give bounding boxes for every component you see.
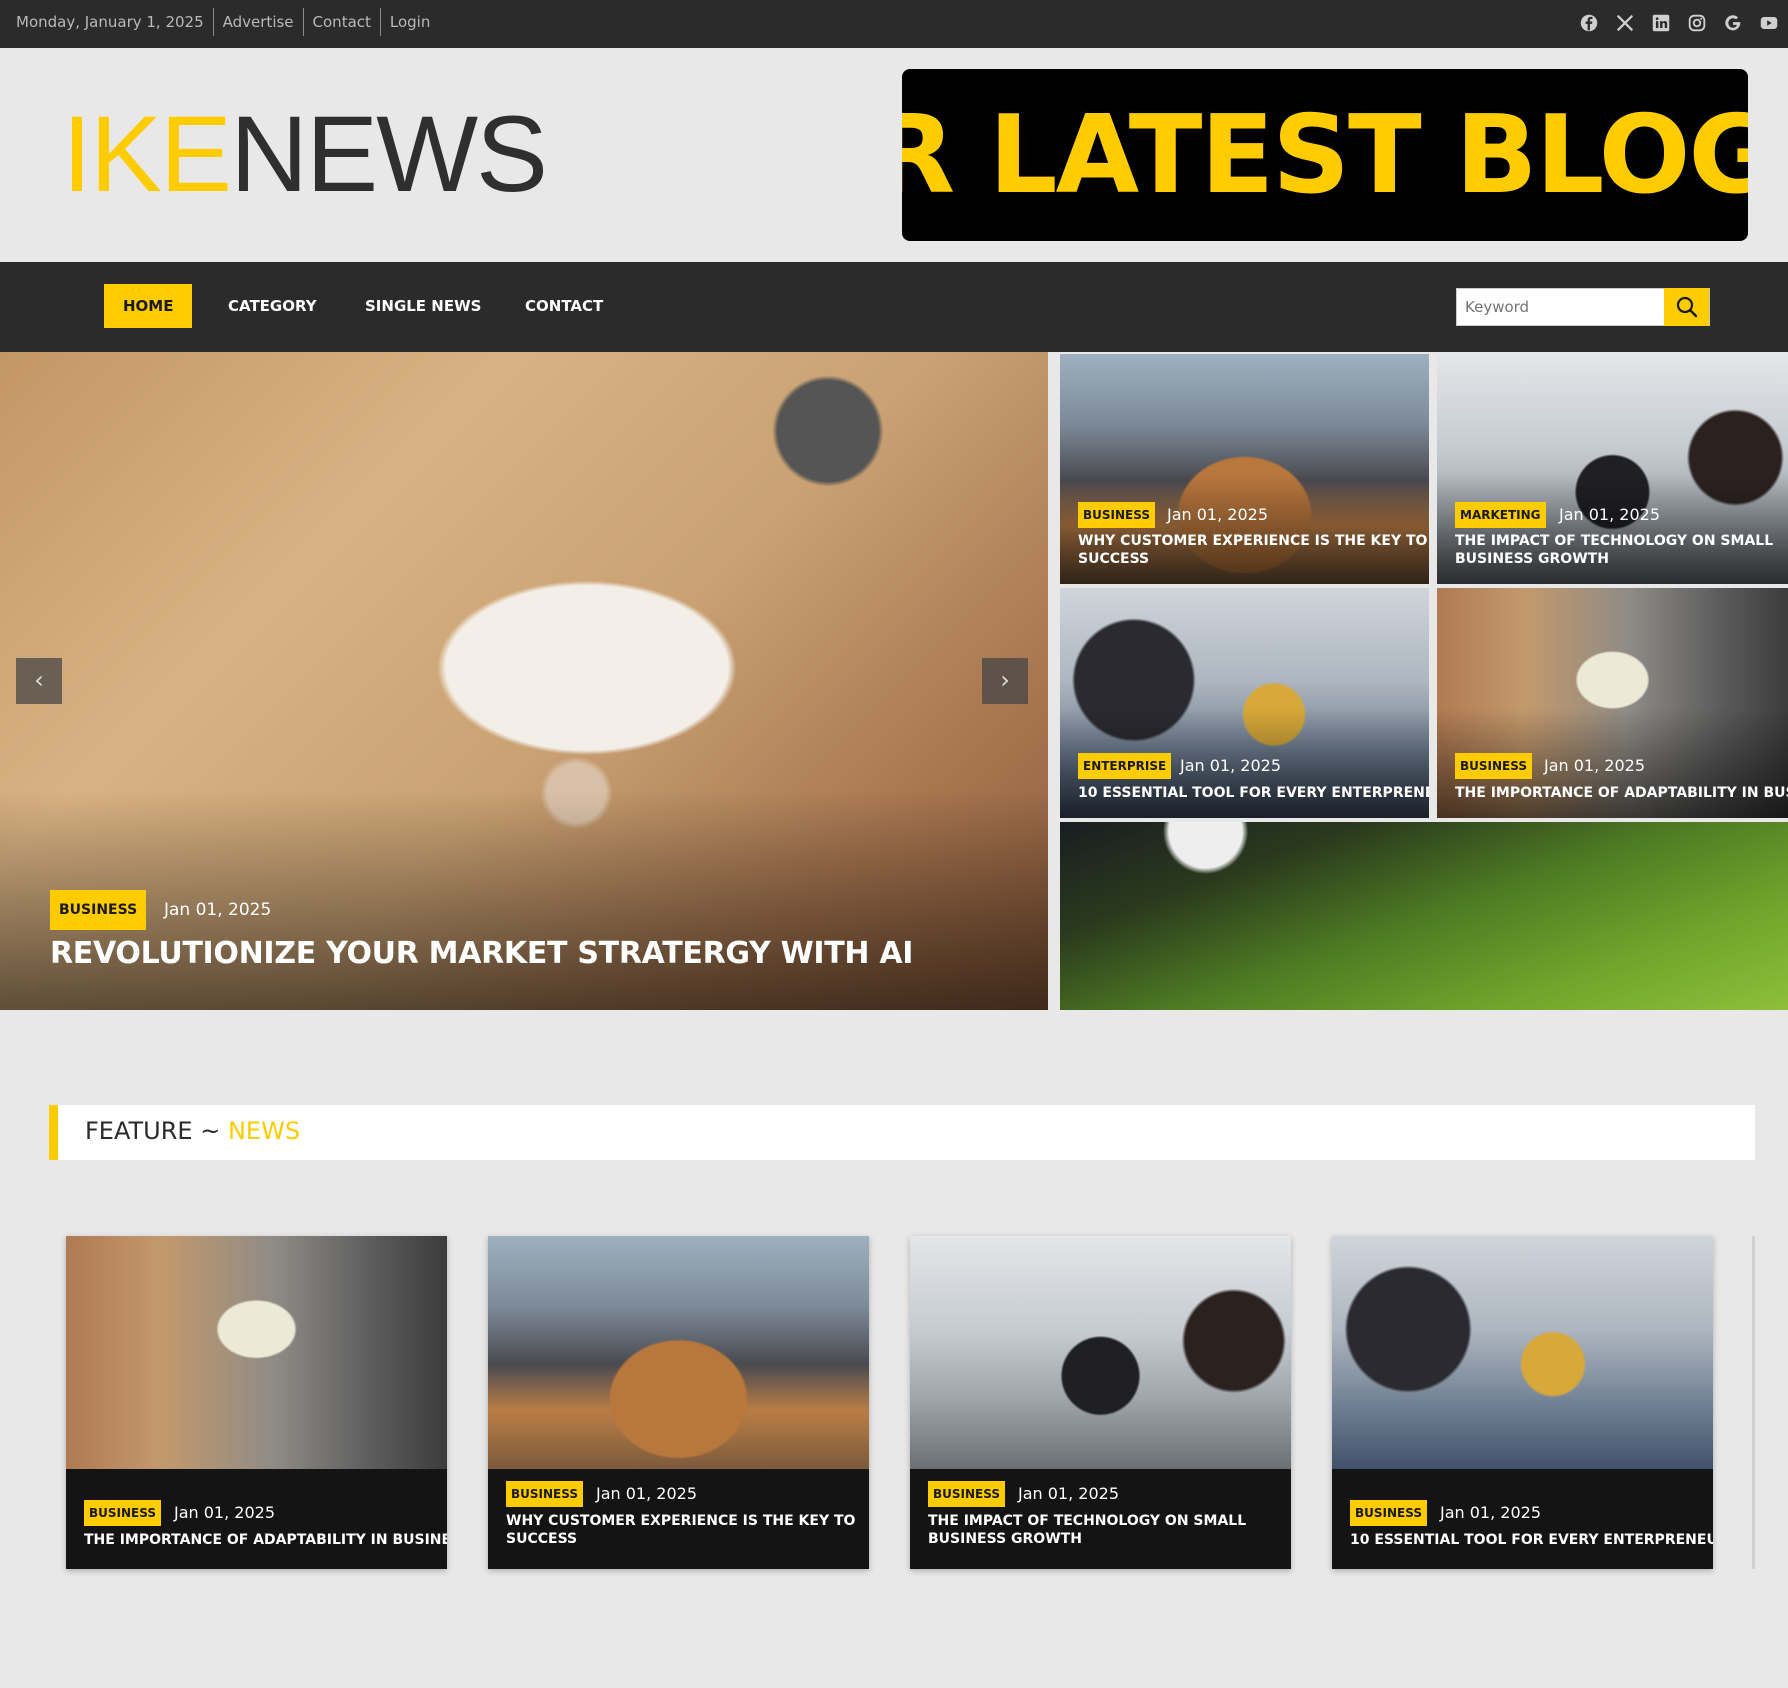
hero-category-badge[interactable]: BUSINESS <box>50 890 147 930</box>
login-link[interactable]: Login <box>379 8 439 36</box>
instagram-icon[interactable] <box>1686 12 1708 34</box>
card-title-line[interactable]: SUCCESS <box>506 1530 577 1548</box>
card-category-badge[interactable]: BUSINESS <box>506 1481 583 1507</box>
feature-card[interactable]: BUSINESS Jan 01, 2025 THE IMPACT OF TECH… <box>910 1236 1291 1569</box>
carousel-prev-button[interactable]: ‹ <box>16 658 62 704</box>
feature-card[interactable]: BUSINESS Jan 01, 2025 WHY CUSTOMER EXPER… <box>488 1236 869 1569</box>
chevron-right-icon: › <box>1000 666 1010 694</box>
banner-text: R LATEST BLOGCA <box>902 93 1748 218</box>
card-info: BUSINESS Jan 01, 2025 THE IMPORTANCE OF … <box>66 1469 447 1569</box>
header-banner[interactable]: R LATEST BLOGCA <box>902 69 1748 241</box>
youtube-icon[interactable] <box>1758 12 1780 34</box>
card-info: BUSINESS Jan 01, 2025 WHY CUSTOMER EXPER… <box>488 1469 869 1569</box>
card-title-line[interactable]: THE IMPACT OF TECHNOLOGY ON SMALL <box>928 1512 1246 1530</box>
search-icon <box>1676 296 1698 318</box>
feature-card[interactable]: BUSINESS Jan 01, 2025 10 ESSENTIAL TOOL … <box>1332 1236 1713 1569</box>
card-title-line[interactable]: WHY CUSTOMER EXPERIENCE IS THE KEY TO <box>506 1512 855 1530</box>
nav-home[interactable]: HOME <box>104 284 193 328</box>
tile-title-line[interactable]: SUCCESS <box>1078 550 1149 568</box>
logo-main-text: NEWS <box>230 93 548 214</box>
feature-news-header: FEATURE ~ NEWS <box>49 1105 1755 1160</box>
hero-grid-item[interactable]: ENTERPRISE Jan 01, 2025 10 ESSENTIAL TOO… <box>1060 588 1429 818</box>
site-header: IKENEWS R LATEST BLOGCA <box>0 48 1788 262</box>
section-title-main: FEATURE ~ <box>85 1117 228 1145</box>
card-image[interactable] <box>488 1236 869 1469</box>
google-icon[interactable] <box>1722 12 1744 34</box>
search-button[interactable] <box>1664 288 1709 326</box>
main-navbar: HOME CATEGORY SINGLE NEWS CONTACT <box>0 262 1788 352</box>
card-category-badge[interactable]: BUSINESS <box>1350 1500 1427 1526</box>
card-info: BUSINESS Jan 01, 2025 10 ESSENTIAL TOOL … <box>1332 1469 1713 1569</box>
hero-shade <box>0 790 1048 1010</box>
card-date: Jan 01, 2025 <box>174 1503 275 1522</box>
nav-contact[interactable]: CONTACT <box>506 284 622 328</box>
topbar-links: Monday, January 1, 2025 Advertise Contac… <box>16 8 439 36</box>
card-image[interactable] <box>1332 1236 1713 1469</box>
card-image[interactable] <box>910 1236 1291 1469</box>
chevron-left-icon: ‹ <box>34 666 44 694</box>
tile-title-line[interactable]: 10 ESSENTIAL TOOL FOR EVERY ENTERPRENEUR <box>1078 784 1429 802</box>
section-title-accent: NEWS <box>227 1117 301 1145</box>
card-image[interactable] <box>66 1236 447 1469</box>
linkedin-icon[interactable] <box>1650 12 1672 34</box>
hero-title[interactable]: REVOLUTIONIZE YOUR MARKET STRATERGY WITH… <box>50 936 913 971</box>
tile-category-badge[interactable]: ENTERPRISE <box>1078 753 1172 779</box>
facebook-icon[interactable] <box>1578 12 1600 34</box>
hero-main-slide[interactable]: ‹ › BUSINESS Jan 01, 2025 REVOLUTIONIZE … <box>0 352 1048 1010</box>
card-title-line[interactable]: THE IMPORTANCE OF ADAPTABILITY IN BUSINE… <box>84 1531 447 1549</box>
tile-category-badge[interactable]: MARKETING <box>1455 502 1546 528</box>
hero-grid-item[interactable]: BUSINESS Jan 01, 2025 WHY CUSTOMER EXPER… <box>1060 354 1429 584</box>
tile-date: Jan 01, 2025 <box>1180 756 1281 775</box>
logo-accent-text: IKE <box>62 93 232 214</box>
tile-date: Jan 01, 2025 <box>1544 756 1645 775</box>
tile-date: Jan 01, 2025 <box>1167 505 1268 524</box>
next-card-edge <box>1752 1236 1755 1569</box>
card-date: Jan 01, 2025 <box>1440 1503 1541 1522</box>
carousel-next-button[interactable]: › <box>982 658 1028 704</box>
tile-title-line[interactable]: BUSINESS GROWTH <box>1455 550 1609 568</box>
tile-category-badge[interactable]: BUSINESS <box>1078 502 1155 528</box>
section-title: FEATURE ~ NEWS <box>85 1117 300 1145</box>
site-logo[interactable]: IKENEWS <box>62 100 548 208</box>
tile-title-line[interactable]: WHY CUSTOMER EXPERIENCE IS THE KEY TO <box>1078 532 1427 550</box>
card-date: Jan 01, 2025 <box>596 1484 697 1503</box>
hero-date: Jan 01, 2025 <box>164 900 272 920</box>
topbar: Monday, January 1, 2025 Advertise Contac… <box>0 0 1788 48</box>
hero-grid-image[interactable] <box>1060 822 1788 1010</box>
contact-link[interactable]: Contact <box>302 8 380 36</box>
tile-category-badge[interactable]: BUSINESS <box>1455 753 1532 779</box>
x-icon[interactable] <box>1614 12 1636 34</box>
tile-date: Jan 01, 2025 <box>1559 505 1660 524</box>
nav-category[interactable]: CATEGORY <box>209 284 336 328</box>
card-title-line[interactable]: 10 ESSENTIAL TOOL FOR EVERY ENTERPRENEUR <box>1350 1531 1713 1549</box>
card-category-badge[interactable]: BUSINESS <box>928 1481 1005 1507</box>
card-date: Jan 01, 2025 <box>1018 1484 1119 1503</box>
card-title-line[interactable]: BUSINESS GROWTH <box>928 1530 1082 1548</box>
feature-card[interactable]: BUSINESS Jan 01, 2025 THE IMPORTANCE OF … <box>66 1236 447 1569</box>
card-category-badge[interactable]: BUSINESS <box>84 1500 161 1526</box>
hero-grid-item[interactable]: MARKETING Jan 01, 2025 THE IMPACT OF TEC… <box>1437 354 1788 584</box>
nav-single-news[interactable]: SINGLE NEWS <box>346 284 500 328</box>
current-date: Monday, January 1, 2025 <box>16 13 204 31</box>
social-links <box>1578 12 1780 34</box>
hero-grid-item[interactable]: BUSINESS Jan 01, 2025 THE IMPORTANCE OF … <box>1437 588 1788 818</box>
advertise-link[interactable]: Advertise <box>212 8 303 36</box>
card-info: BUSINESS Jan 01, 2025 THE IMPACT OF TECH… <box>910 1469 1291 1569</box>
tile-title-line[interactable]: THE IMPORTANCE OF ADAPTABILITY IN BUSINE… <box>1455 784 1788 802</box>
tile-title-line[interactable]: THE IMPACT OF TECHNOLOGY ON SMALL <box>1455 532 1773 550</box>
